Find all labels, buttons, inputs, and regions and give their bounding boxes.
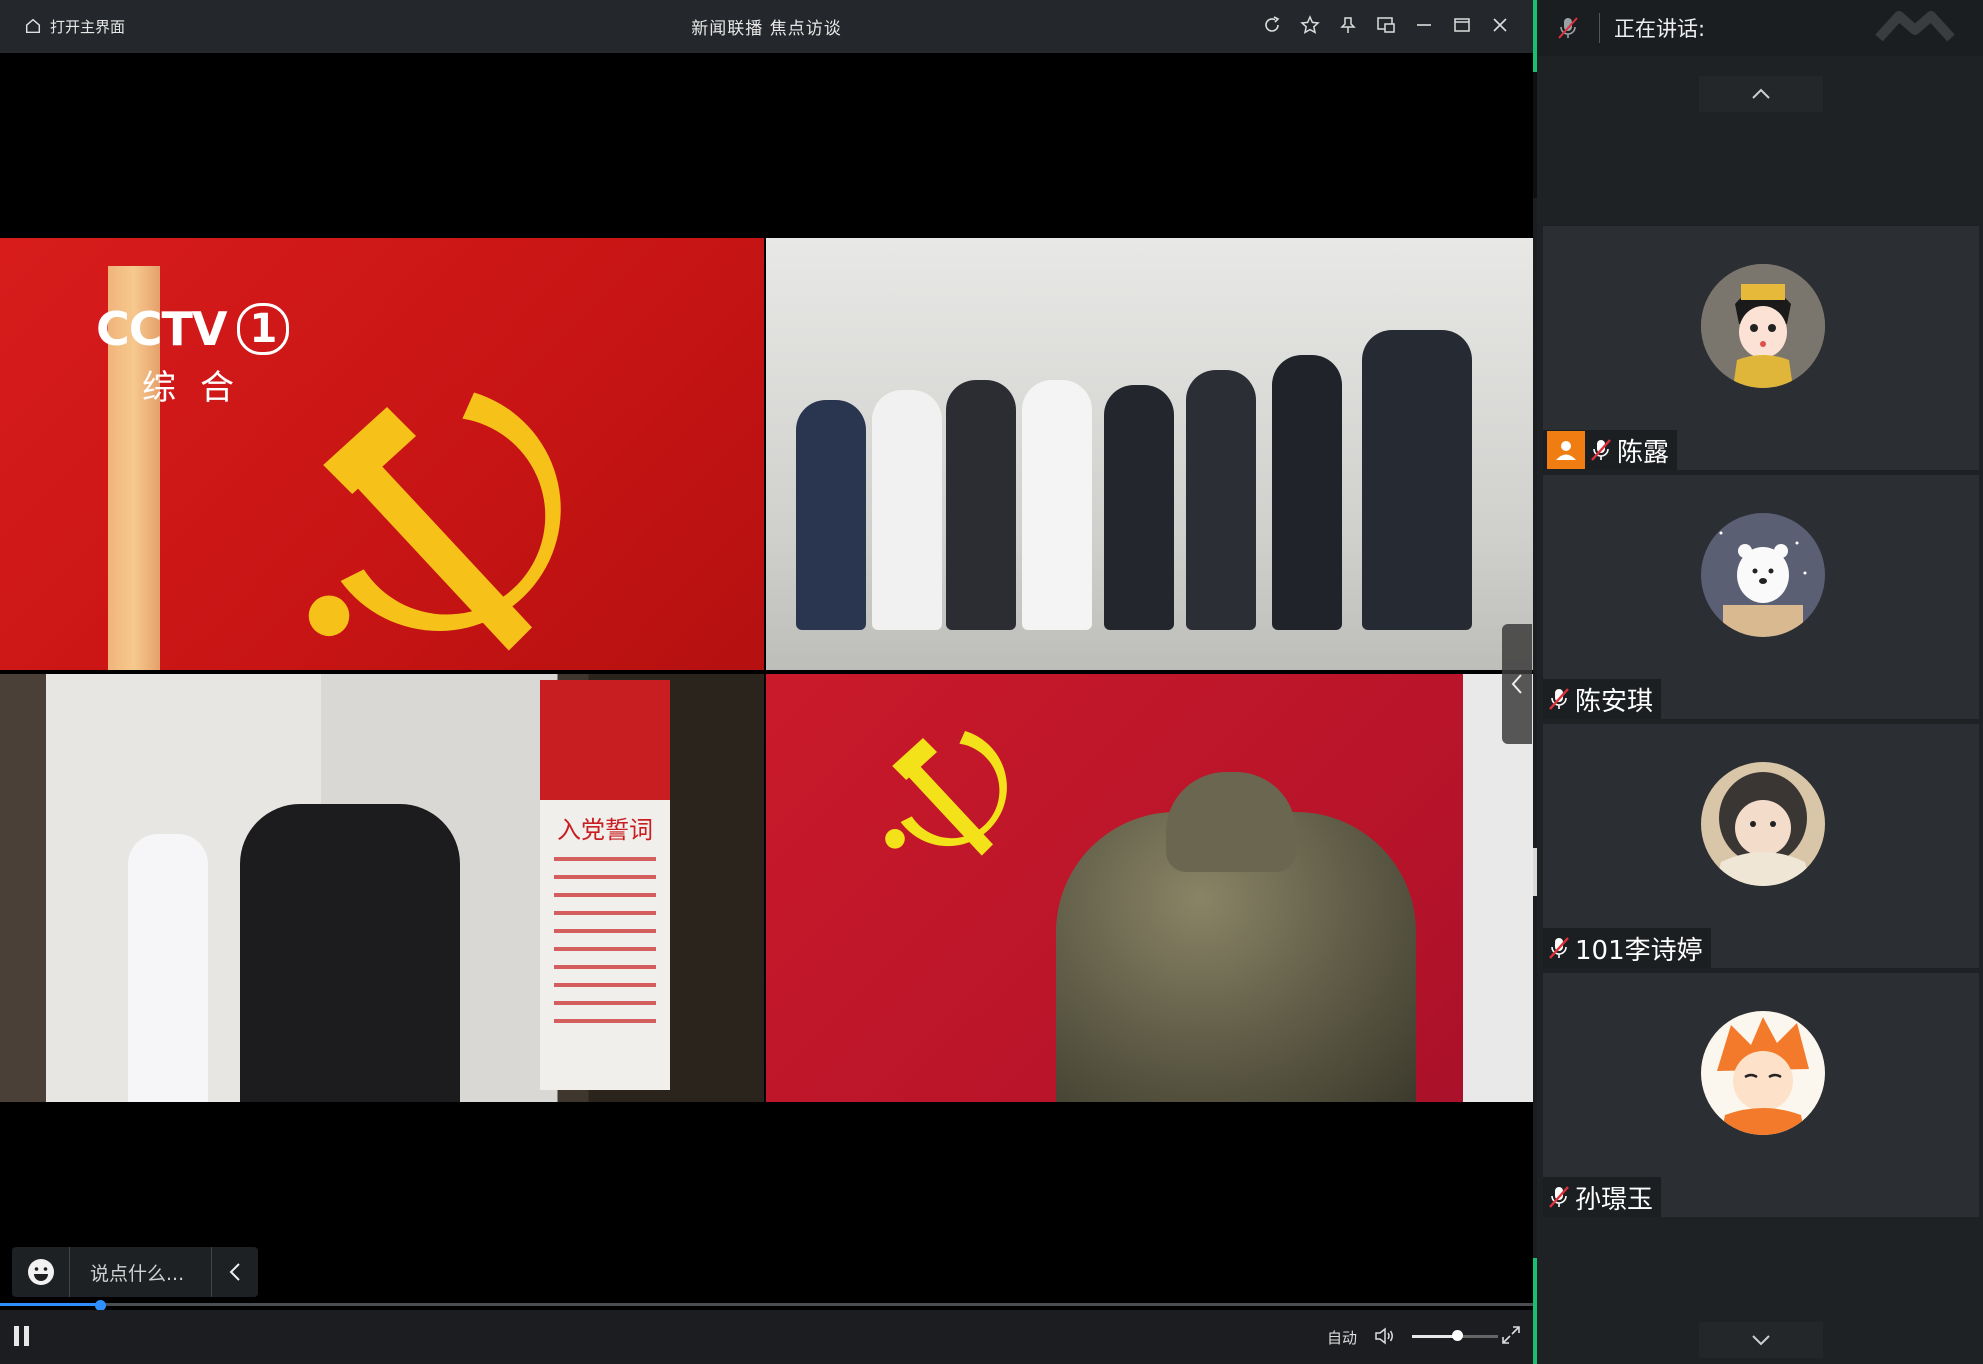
channel-sub: 综合 <box>142 368 258 408</box>
channel-logo: CCTV <box>96 302 227 356</box>
participant-name: 陈露 <box>1617 437 1670 468</box>
participant-tile[interactable]: 陈安琪 <box>1543 475 1979 719</box>
participant-namebar: 孙璟玉 <box>1543 1177 1662 1217</box>
picture-in-picture-icon <box>1377 17 1395 33</box>
participant-tile[interactable]: 孙璟玉 <box>1543 973 1979 1217</box>
side-panel-toggle[interactable] <box>1502 624 1532 744</box>
soldier-cap <box>1166 772 1296 872</box>
avatar <box>1701 264 1825 388</box>
plaque-title: 入党誓词 <box>557 816 653 844</box>
avatar-cartoon-icon <box>1701 264 1825 388</box>
mic-muted-icon <box>1549 1186 1569 1208</box>
mic-muted-icon <box>1591 439 1611 461</box>
volume-knob[interactable] <box>1451 1330 1463 1341</box>
speaking-header: 正在讲话: <box>1537 0 1983 56</box>
avatar <box>1701 762 1825 886</box>
title-bar: 打开主界面 新闻联播 焦点访谈 <box>0 0 1533 53</box>
pin-icon <box>1340 17 1356 33</box>
hammer-sickle-emblem <box>885 731 1007 856</box>
mic-toggle[interactable] <box>1537 15 1599 41</box>
star-icon <box>1300 15 1320 34</box>
avatar-anime-icon <box>1701 1011 1825 1135</box>
mic-muted-icon <box>1549 688 1569 710</box>
pin-button[interactable] <box>1337 12 1359 38</box>
participant-namebar: 陈露 <box>1543 430 1678 470</box>
chevron-left-icon <box>1511 674 1522 694</box>
avatar <box>1701 1011 1825 1135</box>
channel-watermark: CCTV 1 综合 <box>96 302 290 409</box>
volume-slider[interactable] <box>1412 1326 1498 1346</box>
progress-bar[interactable] <box>0 1300 1533 1311</box>
control-bar: 自动 <box>0 1310 1533 1364</box>
chat-input[interactable]: 说点什么... <box>70 1247 212 1297</box>
chevron-up-icon <box>1752 88 1770 99</box>
video-panel-group-oath <box>766 238 1533 670</box>
minimize-button[interactable] <box>1413 12 1435 38</box>
emoji-button[interactable] <box>12 1247 70 1297</box>
participant-namebar: 101李诗婷 <box>1543 928 1711 968</box>
favorite-button[interactable] <box>1299 12 1321 38</box>
oath-plaque: 入党誓词 <box>540 680 670 1090</box>
refresh-button[interactable] <box>1261 12 1283 38</box>
fullscreen-icon[interactable] <box>1500 1324 1522 1346</box>
video-player: 打开主界面 新闻联播 焦点访谈 CCTV 1 综合 入党誓词 说点什么... 自… <box>0 0 1533 1364</box>
avatar-bear-icon <box>1701 513 1825 637</box>
participant-namebar: 陈安琪 <box>1543 679 1662 719</box>
chat-bar: 说点什么... <box>12 1247 258 1297</box>
minimize-icon <box>1417 24 1431 26</box>
quality-selector[interactable]: 自动 <box>1327 1327 1357 1348</box>
mic-muted-icon <box>1549 937 1569 959</box>
participant-tile[interactable]: 101李诗婷 <box>1543 724 1979 968</box>
pause-button[interactable] <box>14 1324 36 1348</box>
avatar-child-icon <box>1701 762 1825 886</box>
chevron-left-icon <box>229 1263 240 1281</box>
channel-number: 1 <box>236 303 290 355</box>
video-panel-flag: CCTV 1 综合 <box>0 238 764 670</box>
logo-watermark <box>1875 11 1955 42</box>
participants-panel: 正在讲话: 陈露 陈安琪 101李诗婷 孙璟玉 <box>1537 0 1983 1364</box>
user-icon <box>1556 441 1576 460</box>
maximize-icon <box>1454 18 1470 32</box>
host-badge <box>1547 431 1585 469</box>
avatar <box>1701 513 1825 637</box>
chat-collapse-button[interactable] <box>212 1247 258 1297</box>
scroll-down-button[interactable] <box>1699 1322 1823 1358</box>
mic-muted-icon <box>1558 17 1578 39</box>
video-frame[interactable]: CCTV 1 综合 入党誓词 <box>0 238 1533 1102</box>
close-icon <box>1493 18 1507 32</box>
group-of-people <box>786 330 1516 670</box>
refresh-icon <box>1265 16 1280 32</box>
video-panel-office-oath: 入党誓词 <box>0 674 764 1102</box>
progress-fill <box>0 1303 100 1306</box>
window-controls <box>1261 12 1511 38</box>
participant-tile[interactable]: 陈露 <box>1543 226 1979 470</box>
emoji-icon <box>27 1259 54 1285</box>
hammer-sickle-emblem <box>308 392 561 651</box>
maximize-button[interactable] <box>1451 12 1473 38</box>
participant-name: 101李诗婷 <box>1575 935 1703 966</box>
video-panel-soldier-oath <box>766 674 1533 1102</box>
participant-name: 陈安琪 <box>1575 686 1654 717</box>
speaking-label: 正在讲话: <box>1614 17 1706 41</box>
chevron-down-icon <box>1752 1335 1770 1346</box>
volume-fill <box>1412 1335 1457 1338</box>
close-button[interactable] <box>1489 12 1511 38</box>
volume-icon[interactable] <box>1373 1324 1397 1348</box>
participant-name: 孙璟玉 <box>1575 1184 1654 1215</box>
pip-button[interactable] <box>1375 12 1397 38</box>
scroll-up-button[interactable] <box>1699 76 1823 112</box>
